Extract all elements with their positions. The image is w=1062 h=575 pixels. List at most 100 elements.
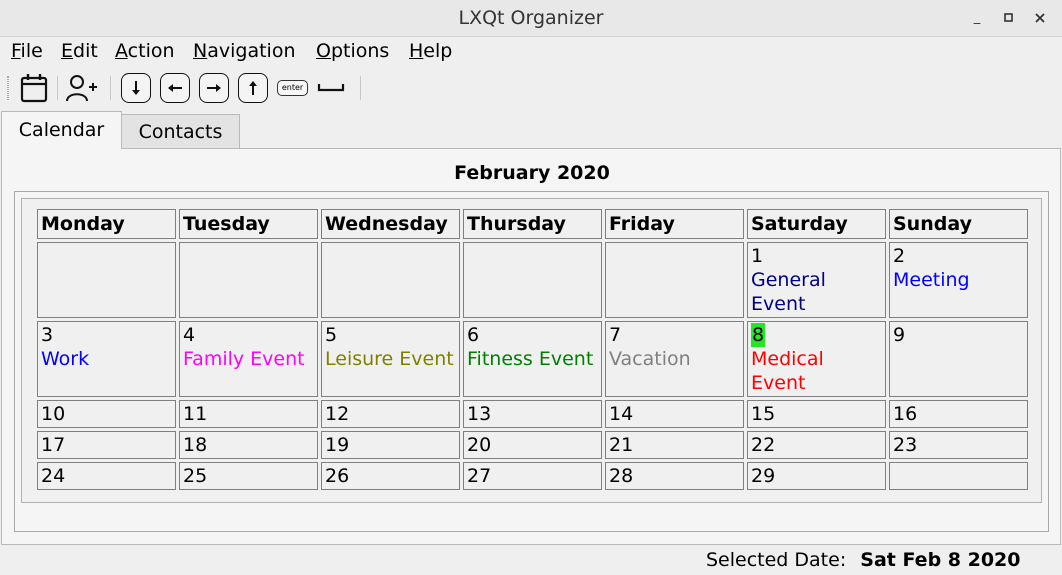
day-number: 29 (751, 465, 776, 487)
day-number: 28 (609, 465, 634, 487)
arrow-up-key-icon (249, 81, 257, 95)
calendar-day-cell[interactable]: 16 (889, 400, 1028, 428)
day-number: 18 (183, 434, 208, 456)
weekday-monday: Monday (37, 209, 176, 239)
calendar-grid: Monday Tuesday Wednesday Thursday Friday… (34, 206, 1031, 493)
day-number: 21 (609, 434, 634, 456)
calendar-day-cell[interactable] (889, 462, 1028, 490)
day-number: 13 (467, 403, 492, 425)
arrow-down-key-button[interactable] (121, 73, 151, 103)
maximize-button[interactable] (1000, 9, 1018, 27)
calendar-week-row: 10 11 12 13 14 15 16 (37, 400, 1028, 428)
menu-action[interactable]: Action (115, 40, 175, 62)
calendar-day-cell[interactable]: 10 (37, 400, 176, 428)
day-number: 26 (325, 465, 350, 487)
calendar-event[interactable]: General Event (751, 268, 882, 316)
calendar-day-cell[interactable]: 14 (605, 400, 744, 428)
calendar-day-cell[interactable]: 19 (321, 431, 460, 459)
space-key-button[interactable] (316, 76, 346, 108)
calendar-day-cell[interactable]: 20 (463, 431, 602, 459)
arrow-left-key-button[interactable] (160, 73, 190, 103)
arrow-left-key-icon (168, 84, 182, 92)
calendar-day-cell[interactable]: 21 (605, 431, 744, 459)
calendar-day-cell[interactable]: 13 (463, 400, 602, 428)
calendar-day-cell[interactable] (179, 242, 318, 318)
calendar-event[interactable]: Meeting (893, 268, 1024, 292)
arrow-right-key-button[interactable] (199, 73, 229, 103)
tab-calendar[interactable]: Calendar (1, 111, 122, 149)
day-number: 22 (751, 434, 776, 456)
day-number: 2 (893, 245, 906, 267)
calendar-event[interactable]: Work (41, 347, 172, 371)
calendar-button[interactable] (19, 72, 49, 104)
calendar-day-cell[interactable]: 5 Leisure Event (321, 321, 460, 397)
calendar-day-cell[interactable]: 11 (179, 400, 318, 428)
maximize-icon (1004, 13, 1013, 22)
calendar-day-cell[interactable]: 12 (321, 400, 460, 428)
calendar-day-cell[interactable]: 3 Work (37, 321, 176, 397)
calendar-day-cell[interactable]: 15 (747, 400, 886, 428)
calendar-view[interactable]: Monday Tuesday Wednesday Thursday Friday… (21, 198, 1042, 503)
enter-key-icon: enter (281, 83, 304, 92)
weekday-tuesday: Tuesday (179, 209, 318, 239)
close-button[interactable] (1031, 9, 1049, 27)
day-number: 12 (325, 403, 350, 425)
day-number: 1 (751, 245, 764, 267)
add-contact-button[interactable] (65, 72, 99, 104)
calendar-day-cell[interactable]: 27 (463, 462, 602, 490)
calendar-day-cell[interactable]: 29 (747, 462, 886, 490)
day-number: 24 (41, 465, 66, 487)
calendar-week-row: 1 General Event 2 Meeting (37, 242, 1028, 318)
toolbar-separator (110, 76, 111, 100)
calendar-day-cell[interactable]: 18 (179, 431, 318, 459)
calendar-event[interactable]: Vacation (609, 347, 740, 371)
calendar-day-cell[interactable]: 7 Vacation (605, 321, 744, 397)
calendar-event[interactable]: Family Event (183, 347, 314, 371)
arrow-down-key-icon (132, 81, 140, 95)
day-number: 16 (893, 403, 918, 425)
weekday-saturday: Saturday (747, 209, 886, 239)
menu-help[interactable]: Help (409, 40, 452, 62)
calendar-day-cell[interactable]: 1 General Event (747, 242, 886, 318)
calendar-day-cell[interactable] (321, 242, 460, 318)
calendar-day-cell[interactable]: 26 (321, 462, 460, 490)
day-number: 20 (467, 434, 492, 456)
menu-options[interactable]: Options (316, 40, 389, 62)
menu-file[interactable]: File (11, 40, 43, 62)
calendar-day-cell[interactable]: 2 Meeting (889, 242, 1028, 318)
selected-date-value: Sat Feb 8 2020 (860, 549, 1021, 571)
toolbar-grip[interactable] (7, 76, 9, 100)
arrow-right-key-icon (207, 84, 221, 92)
calendar-event[interactable]: Fitness Event (467, 347, 598, 371)
calendar-day-cell[interactable] (37, 242, 176, 318)
calendar-event[interactable]: Leisure Event (325, 347, 456, 371)
calendar-day-cell[interactable]: 22 (747, 431, 886, 459)
day-number: 27 (467, 465, 492, 487)
weekday-wednesday: Wednesday (321, 209, 460, 239)
minimize-button[interactable]: _ (968, 9, 986, 27)
calendar-day-cell[interactable] (605, 242, 744, 318)
arrow-up-key-button[interactable] (238, 73, 268, 103)
calendar-day-cell[interactable]: 6 Fitness Event (463, 321, 602, 397)
day-number: 15 (751, 403, 776, 425)
calendar-day-cell[interactable]: 8 Medical Event (747, 321, 886, 397)
tab-contacts[interactable]: Contacts (121, 114, 240, 149)
calendar-day-cell[interactable]: 24 (37, 462, 176, 490)
day-number: 14 (609, 403, 634, 425)
calendar-day-cell[interactable]: 17 (37, 431, 176, 459)
calendar-frame: Monday Tuesday Wednesday Thursday Friday… (14, 191, 1049, 532)
calendar-event[interactable]: Medical Event (751, 347, 882, 395)
enter-key-button[interactable]: enter (277, 80, 308, 96)
calendar-day-cell[interactable]: 4 Family Event (179, 321, 318, 397)
calendar-day-cell[interactable]: 25 (179, 462, 318, 490)
calendar-day-cell[interactable] (463, 242, 602, 318)
selected-date-label: Selected Date: (706, 549, 847, 571)
day-number: 4 (183, 324, 196, 346)
calendar-day-cell[interactable]: 23 (889, 431, 1028, 459)
calendar-day-cell[interactable]: 28 (605, 462, 744, 490)
menu-navigation[interactable]: Navigation (193, 40, 295, 62)
menu-edit[interactable]: Edit (61, 40, 98, 62)
day-number: 17 (41, 434, 66, 456)
day-number: 7 (609, 324, 622, 346)
calendar-day-cell[interactable]: 9 (889, 321, 1028, 397)
